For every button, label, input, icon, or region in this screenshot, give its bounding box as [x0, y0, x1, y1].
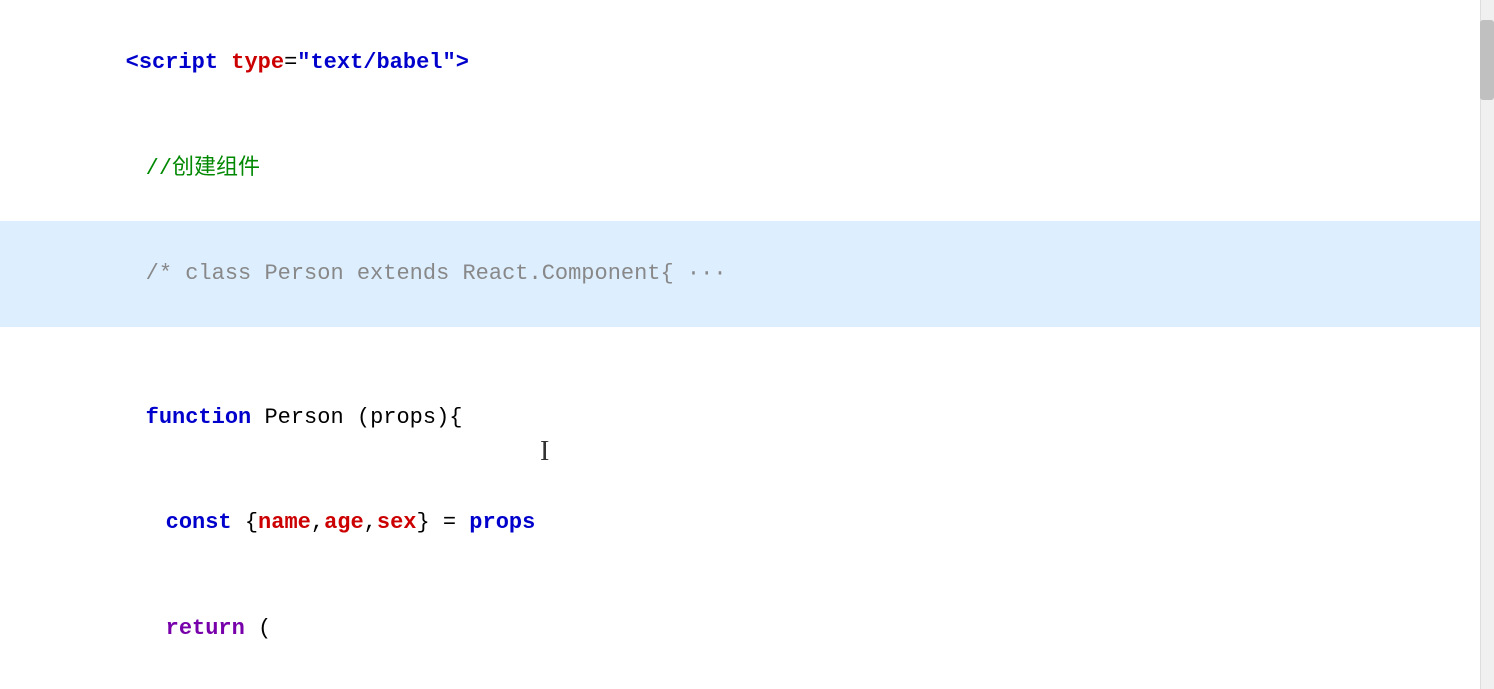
code-line-7: return ( — [0, 576, 1494, 682]
code-line-6: const {name,age,sex} = props — [0, 470, 1494, 576]
code-editor[interactable]: <script type="text/babel"> //创建组件 /* cla… — [0, 0, 1494, 689]
code-line-2: //创建组件 — [0, 116, 1494, 222]
code-line-5: function Person (props){ — [0, 365, 1494, 471]
code-content: <script type="text/babel"> //创建组件 /* cla… — [0, 0, 1494, 689]
scrollbar[interactable] — [1480, 0, 1494, 689]
code-line-8: <ul> — [0, 681, 1494, 689]
code-line-1: <script type="text/babel"> — [0, 10, 1494, 116]
code-line-3: /* class Person extends React.Component{… — [0, 221, 1494, 327]
code-line-4 — [0, 327, 1494, 365]
scrollbar-thumb[interactable] — [1480, 20, 1494, 100]
